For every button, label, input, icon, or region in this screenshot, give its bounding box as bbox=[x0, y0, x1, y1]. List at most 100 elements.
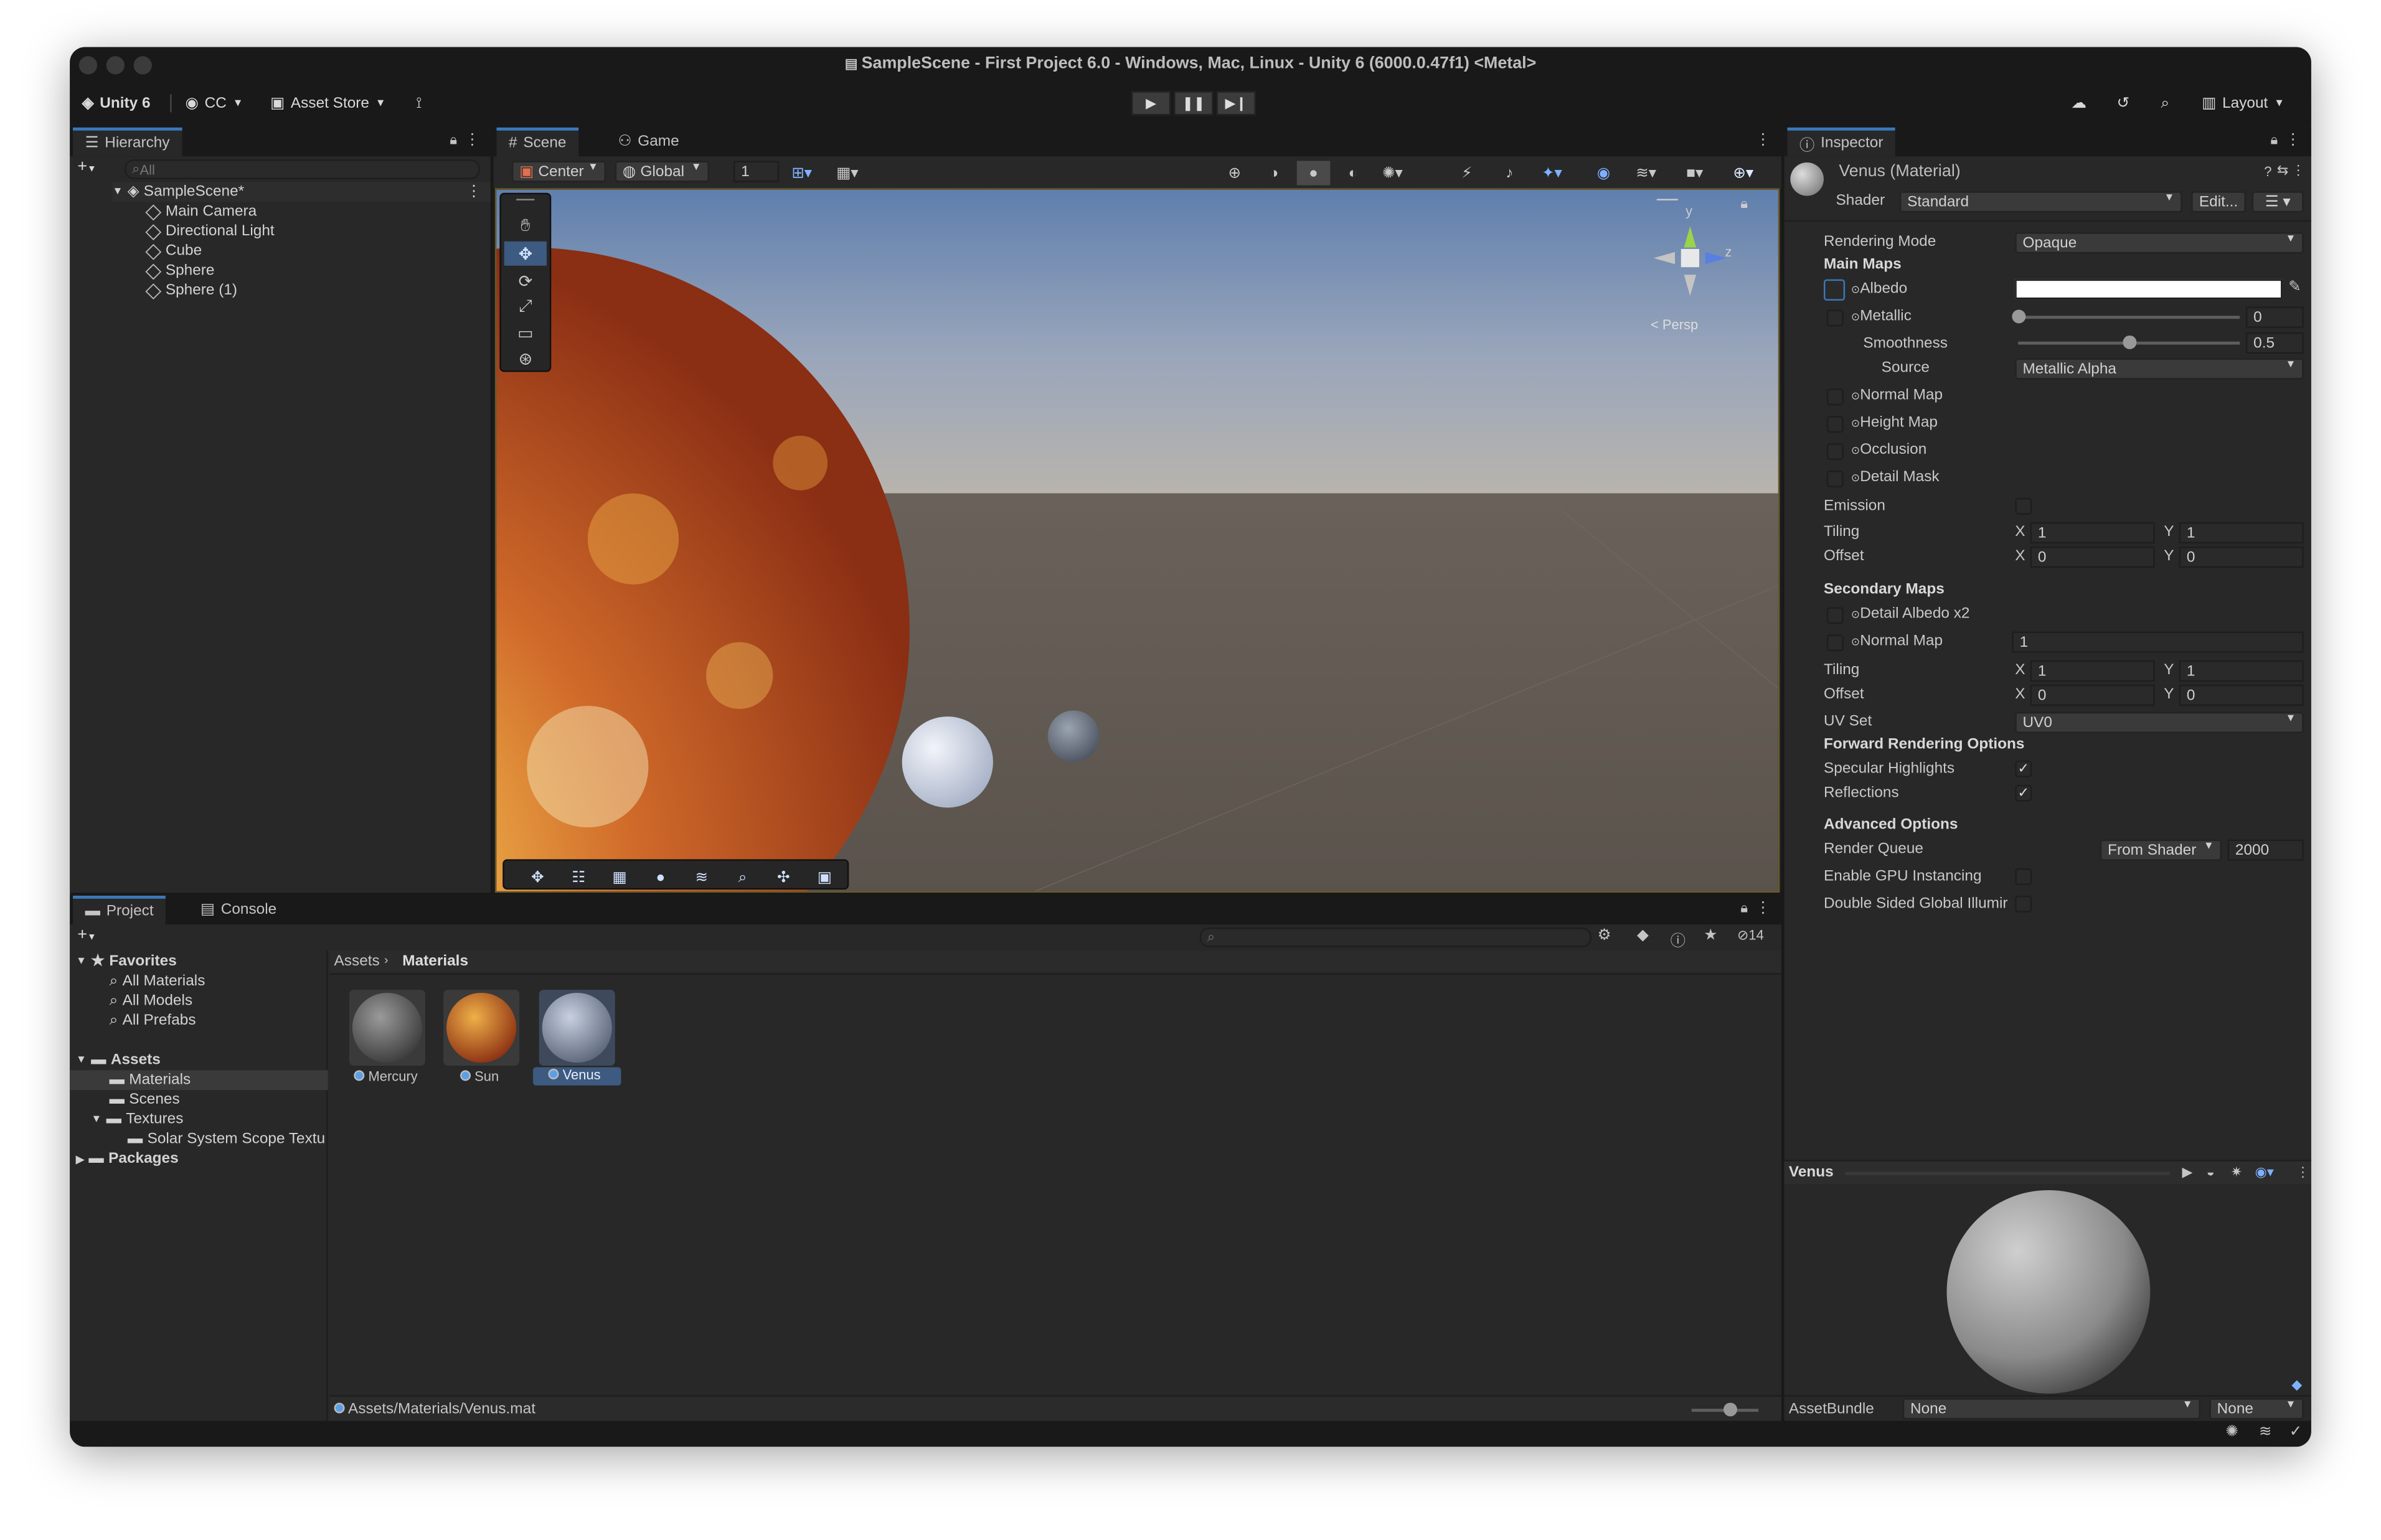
audio-toggle[interactable]: ♪ bbox=[1492, 161, 1526, 185]
light-preview-icon[interactable]: ✷ bbox=[2231, 1165, 2242, 1181]
metallic-slider-knob[interactable] bbox=[2011, 309, 2025, 324]
more-options-icon[interactable]: ⋮ bbox=[464, 132, 479, 149]
orientation-toggle[interactable]: ⊕ bbox=[1218, 161, 1252, 185]
tab-console[interactable]: ▤ Console bbox=[188, 896, 288, 924]
shaded-toggle[interactable]: ● bbox=[1296, 161, 1331, 185]
grid-toggle[interactable]: ▦▾ bbox=[831, 161, 864, 185]
layout-dropdown[interactable]: ▥ Layout ▼ bbox=[2202, 91, 2284, 115]
rect-tool[interactable]: ▭ bbox=[504, 321, 547, 345]
move-tool[interactable]: ✥ bbox=[504, 241, 547, 266]
space-dropdown[interactable]: ◍ Global ▼ bbox=[615, 161, 709, 182]
unlit-toggle[interactable]: ◐ bbox=[1336, 161, 1370, 185]
tab-hierarchy[interactable]: ☰ Hierarchy bbox=[73, 127, 182, 157]
hand-tool[interactable]: ✋︎ bbox=[504, 214, 547, 238]
tab-project[interactable]: ▬ Project bbox=[73, 895, 166, 925]
packages-folder-row[interactable]: ▶ ▬ Packages bbox=[76, 1149, 179, 1169]
camera-toggle[interactable]: ■▾ bbox=[1678, 161, 1712, 185]
render-queue-input[interactable]: 2000 bbox=[2227, 839, 2304, 861]
project-search-input[interactable]: ⌕ bbox=[1199, 927, 1591, 947]
secondary-normal-scale-input[interactable]: 1 bbox=[2012, 631, 2304, 653]
more-options-icon[interactable]: ⋮ bbox=[2296, 1165, 2309, 1181]
assetbundle-dropdown[interactable]: None ▼ bbox=[1902, 1398, 2200, 1420]
assets-folder-row[interactable]: ▼ ▬ Assets bbox=[76, 1051, 161, 1071]
wireframe-toggle[interactable]: ◑ bbox=[1257, 161, 1291, 185]
more-options-icon[interactable]: ⋮ bbox=[466, 184, 481, 200]
detail-albedo-slot[interactable] bbox=[1826, 607, 1844, 624]
tab-game[interactable]: ⚇ Game bbox=[606, 128, 691, 156]
render-queue-dropdown[interactable]: From Shader ▼ bbox=[2100, 839, 2222, 861]
hierarchy-item[interactable]: Sphere (1) bbox=[145, 281, 237, 301]
hierarchy-item[interactable]: Directional Light bbox=[145, 222, 275, 242]
more-options-icon[interactable]: ⋮ bbox=[2291, 162, 2305, 179]
tiling-y-input[interactable]: 1 bbox=[2179, 522, 2304, 544]
secondary-tiling-x-input[interactable]: 1 bbox=[2030, 660, 2155, 682]
bug-report-icon[interactable]: ✺ bbox=[2225, 1424, 2238, 1441]
hierarchy-search-input[interactable]: ⌕ All bbox=[124, 159, 480, 179]
step-button[interactable]: ▶❙ bbox=[1216, 91, 1256, 116]
transform-tool[interactable]: ⊛ bbox=[504, 346, 547, 370]
smoothness-input[interactable]: 0.5 bbox=[2245, 332, 2304, 354]
folder-materials[interactable]: ▬ Materials bbox=[70, 1070, 328, 1091]
shader-dropdown[interactable]: Standard ▼ bbox=[1899, 191, 2182, 213]
log-filter-button[interactable]: ⓘ bbox=[1671, 927, 1686, 951]
hierarchy-item[interactable]: Sphere bbox=[145, 261, 214, 281]
lock-icon[interactable]: 🔒︎ bbox=[1740, 900, 1748, 917]
metallic-texture-slot[interactable] bbox=[1826, 309, 1844, 327]
visibility-toggle[interactable]: ◉ bbox=[1587, 161, 1621, 185]
overlay-grid-button[interactable]: ▦ bbox=[601, 865, 638, 890]
tab-scene[interactable]: # Scene bbox=[496, 127, 578, 157]
tag-icon[interactable]: ◆ bbox=[2291, 1377, 2302, 1394]
offset-y-input[interactable]: 0 bbox=[2179, 546, 2304, 568]
favorite-item[interactable]: ⌕ All Materials bbox=[110, 972, 205, 992]
normal-map-slot[interactable] bbox=[1826, 388, 1844, 406]
favorite-item[interactable]: ⌕ All Prefabs bbox=[110, 1011, 196, 1031]
create-asset-button[interactable]: +▼ bbox=[77, 926, 96, 944]
effects-toggle[interactable]: ✦▾ bbox=[1535, 161, 1569, 185]
lighting-toggle[interactable]: ⚡︎ bbox=[1450, 161, 1484, 185]
scene-row[interactable]: ▼ ◈ SampleScene* ⋮ bbox=[112, 182, 491, 202]
material-tile-mercury[interactable]: Mercury bbox=[347, 990, 427, 1087]
hidden-count[interactable]: ⊘14 bbox=[1737, 927, 1764, 944]
hierarchy-item[interactable]: Cube bbox=[145, 242, 202, 261]
folder-solar-system-textures[interactable]: ▬ Solar System Scope Textu bbox=[128, 1129, 325, 1149]
albedo-texture-slot[interactable] bbox=[1823, 279, 1846, 301]
height-map-slot[interactable] bbox=[1826, 416, 1844, 433]
persp-label[interactable]: < Persp bbox=[1651, 317, 1698, 332]
help-icon[interactable]: ? bbox=[2264, 164, 2271, 179]
breadcrumb-materials[interactable]: Materials bbox=[402, 954, 468, 970]
search-by-label-button[interactable]: ◆ bbox=[1637, 927, 1649, 944]
cache-server-icon[interactable]: ≋ bbox=[2259, 1424, 2271, 1441]
play-button[interactable]: ▶ bbox=[1131, 91, 1171, 116]
tiling-x-input[interactable]: 1 bbox=[2030, 522, 2155, 544]
assetbundle-variant-dropdown[interactable]: None ▼ bbox=[2209, 1398, 2304, 1420]
mercury-sphere[interactable] bbox=[1047, 710, 1100, 763]
secondary-normal-slot[interactable] bbox=[1826, 634, 1844, 652]
overlay-move-button[interactable]: ✥ bbox=[519, 865, 556, 890]
overlay-zoom-button[interactable]: ⌕ bbox=[724, 865, 761, 890]
thumbnail-size-knob[interactable] bbox=[1723, 1402, 1737, 1417]
emission-checkbox[interactable] bbox=[2015, 497, 2032, 515]
detail-mask-slot[interactable] bbox=[1826, 471, 1844, 487]
metallic-input[interactable]: 0 bbox=[2245, 306, 2304, 328]
material-tile-sun[interactable]: Sun bbox=[442, 990, 521, 1087]
cloud-button[interactable]: ☁ bbox=[2072, 91, 2086, 115]
sphere-preview-icon[interactable]: ◉▾ bbox=[2255, 1165, 2274, 1181]
version-control-button[interactable]: ⟟ bbox=[416, 91, 422, 115]
search-by-type-button[interactable]: ⚙ bbox=[1598, 927, 1611, 944]
more-options-icon[interactable]: ⋮ bbox=[1755, 132, 1770, 149]
grid-size-input[interactable]: 1 bbox=[733, 161, 780, 182]
account-button[interactable]: ◉ CC ▼ bbox=[186, 91, 243, 115]
gizmos-toggle[interactable]: ⊕▾ bbox=[1727, 161, 1760, 185]
play-preview-icon[interactable]: ▶ bbox=[2182, 1165, 2193, 1181]
add-object-button[interactable]: +▼ bbox=[77, 158, 96, 176]
overlay-layers-button[interactable]: ≋ bbox=[683, 865, 720, 890]
reflections-checkbox[interactable]: ✓ bbox=[2015, 784, 2032, 802]
folder-scenes[interactable]: ▬ Scenes bbox=[110, 1090, 180, 1110]
secondary-offset-y-input[interactable]: 0 bbox=[2179, 684, 2304, 707]
eyedropper-icon[interactable]: ✎ bbox=[2288, 279, 2301, 296]
lock-icon[interactable]: 🔒︎ bbox=[2271, 132, 2278, 149]
drag-handle[interactable] bbox=[516, 199, 535, 200]
orientation-gizmo[interactable]: 🔒︎ y z < Persp bbox=[1651, 196, 1769, 332]
specular-highlights-checkbox[interactable]: ✓ bbox=[2015, 760, 2032, 777]
snap-toggle[interactable]: ⊞▾ bbox=[785, 161, 819, 185]
